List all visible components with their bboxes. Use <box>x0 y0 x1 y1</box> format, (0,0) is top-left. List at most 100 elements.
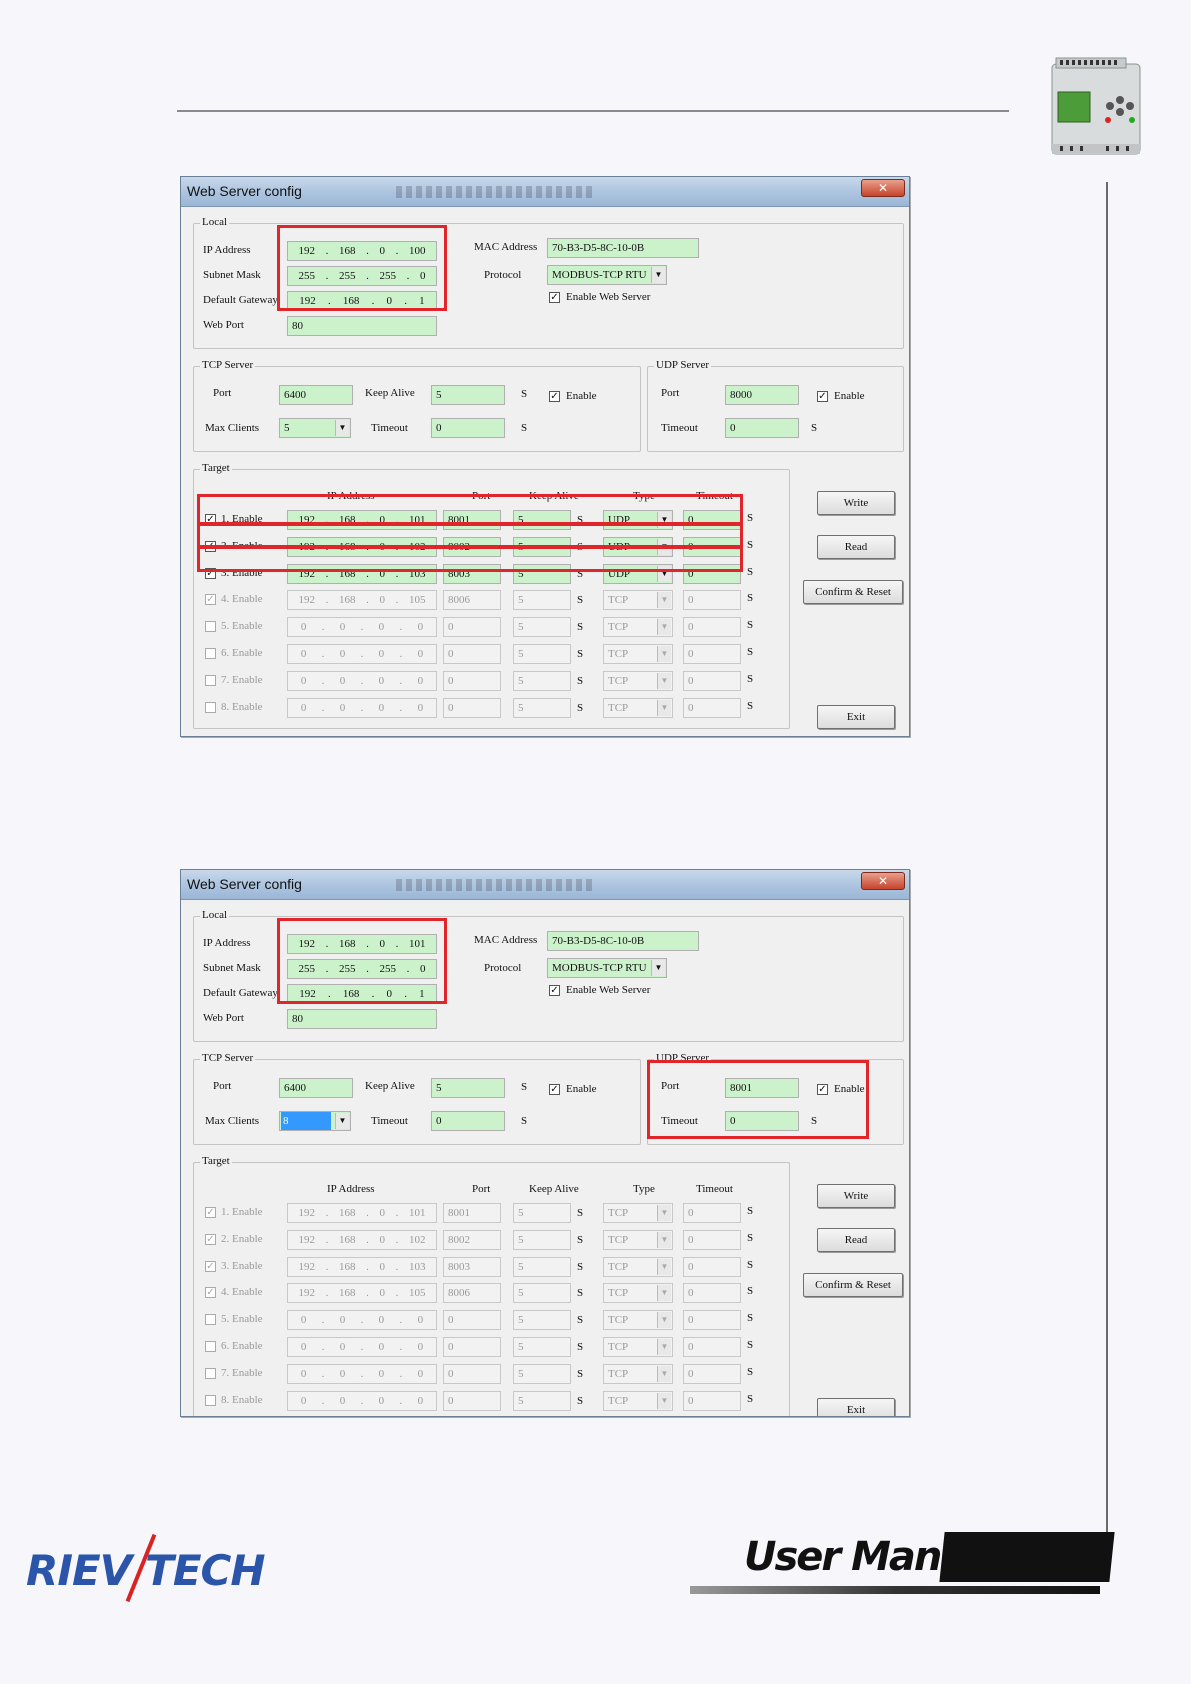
target-keep-alive-input[interactable]: 5 <box>513 1203 571 1223</box>
tcp-port-input[interactable]: 6400 <box>279 385 353 405</box>
target-enable-checkbox[interactable] <box>205 621 216 633</box>
tcp-enable-checkbox[interactable]: ✓ <box>549 1084 560 1095</box>
target-type-select[interactable]: UDP ▼ <box>603 536 673 557</box>
udp-enable-checkbox[interactable]: ✓ <box>817 1084 828 1095</box>
default-gateway-input[interactable]: 192. 168. 0. 1 <box>287 984 437 1004</box>
target-enable-checkbox[interactable] <box>205 1314 216 1326</box>
target-enable-checkbox[interactable] <box>205 674 216 686</box>
mac-address-field[interactable]: 70-B3-D5-8C-10-0B <box>547 238 699 258</box>
target-type-select[interactable]: TCP ▼ <box>603 1256 673 1277</box>
target-timeout-input[interactable]: 0 <box>683 670 741 691</box>
target-type-select[interactable]: TCP ▼ <box>603 697 673 718</box>
target-keep-alive-input[interactable]: 5 <box>513 1310 571 1331</box>
local-ip-input[interactable]: 192. 168. 0. 101 <box>287 934 437 954</box>
target-keep-alive-input[interactable]: 5 <box>513 536 571 557</box>
target-type-select[interactable]: TCP ▼ <box>603 590 673 611</box>
target-port-input[interactable]: 8002 <box>443 536 501 557</box>
protocol-select[interactable]: MODBUS-TCP RTU ▼ <box>547 265 667 285</box>
read-button[interactable]: Read <box>817 1228 895 1252</box>
target-enable-checkbox[interactable]: ✓ <box>205 514 216 525</box>
target-port-input[interactable]: 8003 <box>443 1256 501 1277</box>
exit-button[interactable]: Exit <box>817 1398 895 1416</box>
max-clients-select[interactable]: 8 ▼ <box>279 1111 351 1131</box>
target-keep-alive-input[interactable]: 5 <box>513 617 571 638</box>
target-enable-checkbox[interactable] <box>205 648 216 659</box>
target-type-select[interactable]: TCP ▼ <box>603 1337 673 1357</box>
target-timeout-input[interactable]: 0 <box>683 1229 741 1250</box>
target-timeout-input[interactable]: 0 <box>683 617 741 638</box>
mac-address-field[interactable]: 70-B3-D5-8C-10-0B <box>547 931 699 951</box>
target-keep-alive-input[interactable]: 5 <box>513 697 571 718</box>
tcp-keep-alive-input[interactable]: 5 <box>431 1078 505 1098</box>
target-timeout-input[interactable]: 0 <box>683 697 741 718</box>
target-port-input[interactable]: 8001 <box>443 1203 501 1223</box>
target-timeout-input[interactable]: 0 <box>683 644 741 664</box>
protocol-select[interactable]: MODBUS-TCP RTU ▼ <box>547 958 667 978</box>
target-keep-alive-input[interactable]: 5 <box>513 1283 571 1304</box>
target-port-input[interactable]: 0 <box>443 1390 501 1411</box>
target-type-select[interactable]: UDP ▼ <box>603 510 673 530</box>
target-ip-input[interactable]: 192. 168. 0. 105 <box>287 590 437 611</box>
target-port-input[interactable]: 8001 <box>443 510 501 530</box>
confirm-reset-button[interactable]: Confirm & Reset <box>803 580 903 604</box>
subnet-mask-input[interactable]: 255. 255. 255. 0 <box>287 266 437 286</box>
target-type-select[interactable]: TCP ▼ <box>603 1283 673 1304</box>
target-keep-alive-input[interactable]: 5 <box>513 1337 571 1357</box>
target-timeout-input[interactable]: 0 <box>683 1283 741 1304</box>
target-timeout-input[interactable]: 0 <box>683 1256 741 1277</box>
target-type-select[interactable]: TCP ▼ <box>603 617 673 638</box>
target-port-input[interactable]: 0 <box>443 1337 501 1357</box>
close-button[interactable]: ✕ <box>861 179 905 197</box>
target-keep-alive-input[interactable]: 5 <box>513 1229 571 1250</box>
target-timeout-input[interactable]: 0 <box>683 510 741 530</box>
target-keep-alive-input[interactable]: 5 <box>513 590 571 611</box>
target-timeout-input[interactable]: 0 <box>683 1363 741 1384</box>
target-keep-alive-input[interactable]: 5 <box>513 510 571 530</box>
read-button[interactable]: Read <box>817 535 895 559</box>
target-enable-checkbox[interactable] <box>205 1367 216 1379</box>
target-keep-alive-input[interactable]: 5 <box>513 644 571 664</box>
target-enable-checkbox[interactable]: ✓ <box>205 594 216 606</box>
target-type-select[interactable]: TCP ▼ <box>603 1229 673 1250</box>
target-timeout-input[interactable]: 0 <box>683 590 741 611</box>
target-ip-input[interactable]: 0. 0. 0. 0 <box>287 670 437 691</box>
subnet-mask-input[interactable]: 255. 255. 255. 0 <box>287 959 437 979</box>
target-ip-input[interactable]: 0. 0. 0. 0 <box>287 697 437 718</box>
default-gateway-input[interactable]: 192. 168. 0. 1 <box>287 291 437 311</box>
target-keep-alive-input[interactable]: 5 <box>513 563 571 584</box>
target-ip-input[interactable]: 0. 0. 0. 0 <box>287 1310 437 1331</box>
target-ip-input[interactable]: 0. 0. 0. 0 <box>287 1337 437 1357</box>
udp-enable-checkbox[interactable]: ✓ <box>817 391 828 402</box>
udp-timeout-input[interactable]: 0 <box>725 1111 799 1131</box>
target-keep-alive-input[interactable]: 5 <box>513 1256 571 1277</box>
target-ip-input[interactable]: 192. 168. 0. 103 <box>287 1256 437 1277</box>
target-type-select[interactable]: TCP ▼ <box>603 644 673 664</box>
target-ip-input[interactable]: 0. 0. 0. 0 <box>287 1390 437 1411</box>
target-timeout-input[interactable]: 0 <box>683 563 741 584</box>
target-type-select[interactable]: TCP ▼ <box>603 1203 673 1223</box>
udp-timeout-input[interactable]: 0 <box>725 418 799 438</box>
target-timeout-input[interactable]: 0 <box>683 536 741 557</box>
target-port-input[interactable]: 8003 <box>443 563 501 584</box>
target-ip-input[interactable]: 192. 168. 0. 102 <box>287 1229 437 1250</box>
target-type-select[interactable]: TCP ▼ <box>603 1363 673 1384</box>
target-port-input[interactable]: 8002 <box>443 1229 501 1250</box>
target-port-input[interactable]: 8006 <box>443 590 501 611</box>
target-type-select[interactable]: UDP ▼ <box>603 563 673 584</box>
target-port-input[interactable]: 0 <box>443 697 501 718</box>
target-enable-checkbox[interactable] <box>205 1394 216 1406</box>
target-ip-input[interactable]: 0. 0. 0. 0 <box>287 617 437 638</box>
target-port-input[interactable]: 8006 <box>443 1283 501 1304</box>
udp-port-input[interactable]: 8000 <box>725 385 799 405</box>
tcp-enable-checkbox[interactable]: ✓ <box>549 391 560 402</box>
tcp-timeout-input[interactable]: 0 <box>431 418 505 438</box>
target-enable-checkbox[interactable]: ✓ <box>205 1260 216 1272</box>
tcp-port-input[interactable]: 6400 <box>279 1078 353 1098</box>
max-clients-select[interactable]: 5 ▼ <box>279 418 351 438</box>
target-timeout-input[interactable]: 0 <box>683 1310 741 1331</box>
target-ip-input[interactable]: 192. 168. 0. 101 <box>287 510 437 530</box>
target-enable-checkbox[interactable]: ✓ <box>205 1233 216 1245</box>
target-type-select[interactable]: TCP ▼ <box>603 1310 673 1331</box>
web-port-input[interactable]: 80 <box>287 1009 437 1029</box>
target-enable-checkbox[interactable]: ✓ <box>205 567 216 579</box>
